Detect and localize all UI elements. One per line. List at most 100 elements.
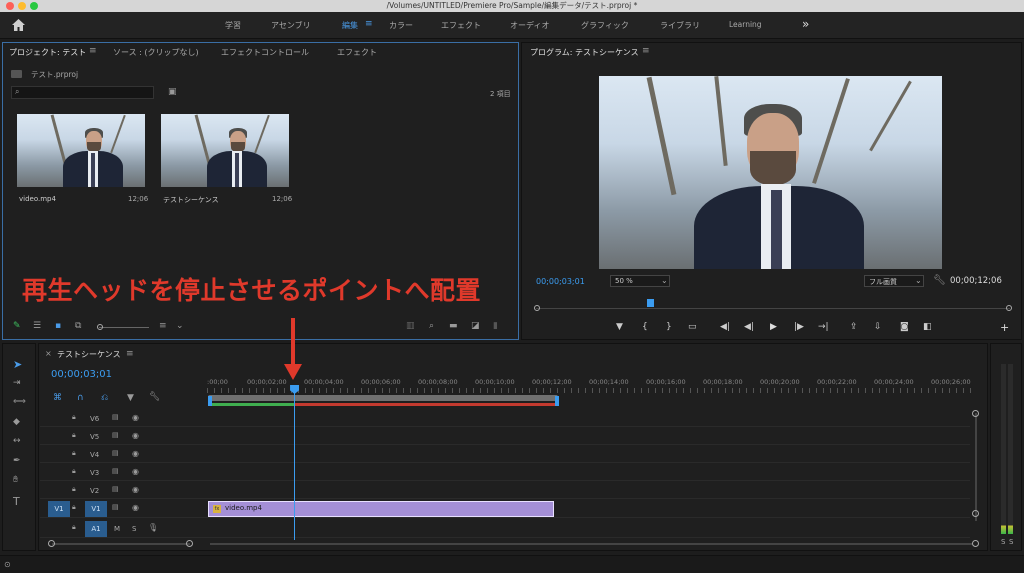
media-thumbnail-video[interactable] <box>17 114 145 187</box>
sequence-thumbnail[interactable] <box>161 114 289 187</box>
scroll-handle[interactable] <box>48 540 55 547</box>
program-video-frame[interactable] <box>599 76 942 269</box>
sync-lock-icon[interactable]: ▤ <box>112 450 119 457</box>
eye-icon[interactable]: ◉ <box>132 414 139 422</box>
eye-icon[interactable]: ◉ <box>132 450 139 458</box>
work-area-bar[interactable] <box>208 395 558 401</box>
zoom-select[interactable]: 50 % ⌄ <box>610 275 670 287</box>
program-scrub-bar[interactable] <box>536 308 1010 309</box>
workspace-tab-color[interactable]: カラー <box>389 20 413 31</box>
freeform-view-icon[interactable]: ⧉ <box>75 322 81 331</box>
new-bin-icon[interactable]: ▣ <box>168 88 177 97</box>
sync-lock-icon[interactable]: ▤ <box>112 414 119 421</box>
eye-icon[interactable]: ◉ <box>132 486 139 494</box>
go-to-out-icon[interactable]: →| <box>818 323 829 332</box>
find-icon[interactable]: ⌕ <box>429 322 434 331</box>
comparison-view-icon[interactable]: ◧ <box>923 323 932 332</box>
workspace-tab-effects[interactable]: エフェクト <box>441 20 481 31</box>
track-v3[interactable]: 🔒︎ V3 ▤ ◉ <box>40 465 970 481</box>
lift-icon[interactable]: ⇪ <box>850 323 858 332</box>
tab-effect-controls[interactable]: エフェクトコントロール <box>221 47 309 58</box>
workspace-tab-learn[interactable]: 学習 <box>225 20 241 31</box>
sync-lock-icon[interactable]: ▤ <box>112 432 119 439</box>
workspace-tab-audio[interactable]: オーディオ <box>510 20 549 31</box>
lock-icon[interactable]: 🔒︎ <box>72 450 76 457</box>
quality-select[interactable]: フル画質 ⌄ <box>864 275 924 287</box>
tab-source[interactable]: ソース : (クリップなし) <box>113 47 199 58</box>
step-forward-icon[interactable]: |▶ <box>794 323 804 332</box>
snap-icon[interactable]: ∩ <box>77 394 84 403</box>
track-header-scrollbar[interactable] <box>52 543 190 545</box>
track-target-a1[interactable]: A1 <box>85 521 107 537</box>
add-marker-icon[interactable]: ▼ <box>616 323 623 332</box>
go-to-in-icon[interactable]: ▭ <box>688 323 697 332</box>
track-v6[interactable]: 🔒︎ V6 ▤ ◉ <box>40 411 970 427</box>
eye-icon[interactable]: ◉ <box>132 432 139 440</box>
type-tool-icon[interactable]: T <box>13 496 20 507</box>
play-icon[interactable]: ▶ <box>770 323 777 332</box>
mark-in-icon[interactable]: { <box>642 323 648 332</box>
program-current-time[interactable]: 00;00;03;01 <box>536 277 585 286</box>
timeline-vertical-scrollbar[interactable] <box>975 413 977 521</box>
automate-icon[interactable]: ▥ <box>406 322 415 331</box>
solo-left-button[interactable]: S <box>1001 538 1005 546</box>
step-back-frames-icon[interactable]: ◀| <box>720 323 730 332</box>
lock-icon[interactable]: 🔒︎ <box>72 504 76 511</box>
trash-icon[interactable]: ▮ <box>493 322 498 331</box>
list-view-icon[interactable]: ☰ <box>33 322 41 331</box>
track-target-v1[interactable]: V1 <box>85 501 107 517</box>
linked-selection-icon[interactable]: ⎌ <box>101 394 108 403</box>
sync-lock-icon[interactable]: ▤ <box>112 504 119 511</box>
step-back-icon[interactable]: ◀| <box>744 323 754 332</box>
pen-tool-icon[interactable]: ✒ <box>13 457 21 466</box>
workspace-tab-edit[interactable]: 編集 <box>342 20 358 31</box>
selection-tool-icon[interactable]: ➤ <box>13 359 22 370</box>
zoom-slider-handle[interactable] <box>97 324 103 330</box>
timeline-sequence-tab[interactable]: テストシーケンス <box>57 349 121 360</box>
eye-icon[interactable]: ◉ <box>132 468 139 476</box>
tab-effects[interactable]: エフェクト <box>337 47 377 58</box>
scroll-handle[interactable] <box>972 510 979 517</box>
track-a1[interactable]: 🔒︎ A1 M S 🎙︎ <box>40 520 970 538</box>
workspace-tab-libraries[interactable]: ライブラリ <box>660 20 700 31</box>
video-clip[interactable]: fx video.mp4 <box>208 501 554 517</box>
lock-icon[interactable]: 🔒︎ <box>72 524 76 531</box>
snap-nest-icon[interactable]: ⌘ <box>53 394 62 403</box>
close-window-icon[interactable] <box>6 2 14 10</box>
sort-icon[interactable]: ≡ <box>159 322 167 331</box>
tab-project[interactable]: プロジェクト: テスト <box>9 47 86 58</box>
add-marker-icon[interactable]: ▼ <box>127 394 134 403</box>
search-input[interactable]: ⌕ <box>11 86 154 99</box>
extract-icon[interactable]: ⇩ <box>874 323 882 332</box>
scrub-end-handle[interactable] <box>1006 305 1012 311</box>
add-button-icon[interactable]: + <box>1000 322 1009 333</box>
menu-icon[interactable]: ≡ <box>365 20 373 29</box>
hand-tool-icon[interactable]: ✋︎ <box>13 476 18 485</box>
track-v4[interactable]: 🔒︎ V4 ▤ ◉ <box>40 447 970 463</box>
export-frame-icon[interactable]: ◙ <box>900 323 909 332</box>
wrench-icon[interactable]: 🔧︎ <box>149 393 160 402</box>
workspace-tab-assembly[interactable]: アセンブリ <box>271 20 311 31</box>
timeline-timecode[interactable]: 00;00;03;01 <box>51 369 112 380</box>
lock-icon[interactable]: 🔒︎ <box>72 486 76 493</box>
track-v5[interactable]: 🔒︎ V5 ▤ ◉ <box>40 429 970 445</box>
microphone-icon[interactable]: 🎙︎ <box>148 524 158 532</box>
scroll-handle[interactable] <box>972 410 979 417</box>
sync-lock-icon[interactable]: ▤ <box>112 468 119 475</box>
scrub-start-handle[interactable] <box>534 305 540 311</box>
scroll-handle[interactable] <box>186 540 193 547</box>
program-playhead-marker[interactable] <box>647 299 654 307</box>
pencil-icon[interactable]: ✎ <box>13 322 21 331</box>
mark-out-icon[interactable]: } <box>666 323 672 332</box>
workspace-tab-learning[interactable]: Learning <box>729 20 762 29</box>
lock-icon[interactable]: 🔒︎ <box>72 468 76 475</box>
razor-tool-icon[interactable]: ◆ <box>13 418 20 427</box>
eye-icon[interactable]: ◉ <box>132 504 139 512</box>
scroll-handle[interactable] <box>972 540 979 547</box>
workspace-tab-graphics[interactable]: グラフィック <box>581 20 629 31</box>
sync-lock-icon[interactable]: ▤ <box>112 486 119 493</box>
panel-menu-icon[interactable]: ≡ <box>89 47 97 56</box>
wrench-icon[interactable]: 🔧︎ <box>933 276 946 286</box>
solo-right-button[interactable]: S <box>1009 538 1013 546</box>
ripple-edit-tool-icon[interactable]: ⟺ <box>13 398 26 407</box>
